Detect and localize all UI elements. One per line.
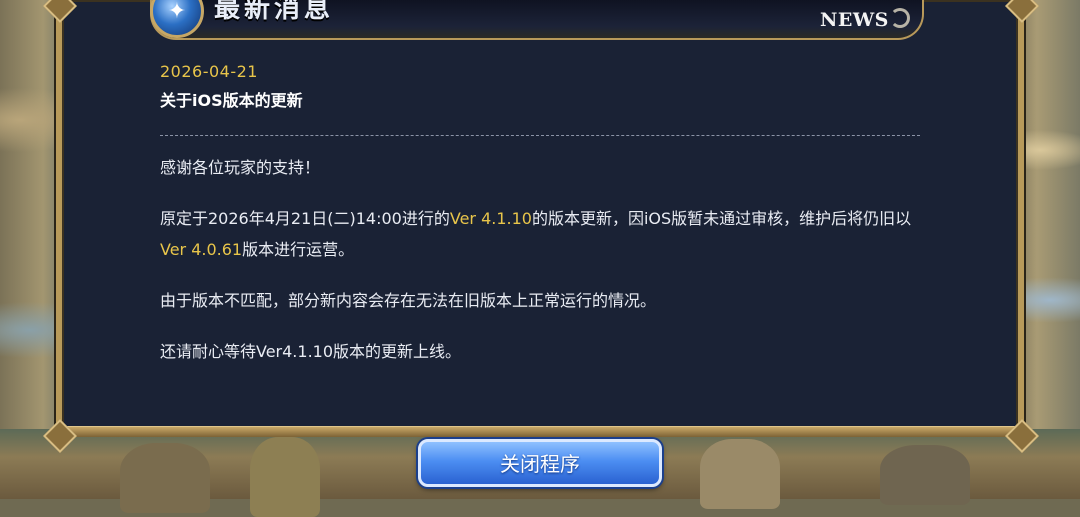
article-paragraph: 还请耐心等待Ver4.1.10版本的更新上线。 (160, 342, 462, 361)
paragraph-text: 的版本更新，因iOS版暂未通过审核，维护后将仍旧以 (531, 209, 912, 228)
paragraph-text: 原定于2026年4月21日(二)14:00进行的 (160, 209, 450, 228)
article-paragraph: 感谢各位玩家的支持！ (160, 158, 321, 177)
close-program-button[interactable]: 关闭程序 (418, 439, 662, 487)
article-paragraph: 由于版本不匹配，部分新内容会存在无法在旧版本上正常运行的情况。 (160, 291, 657, 310)
news-article: 2026-04-21 关于iOS版本的更新 感谢各位玩家的支持！ 原定于2026… (160, 62, 920, 367)
article-date: 2026-04-21 (160, 62, 258, 81)
dashed-divider (160, 135, 920, 136)
article-title: 关于iOS版本的更新 (160, 91, 303, 110)
background-character (880, 445, 970, 505)
paragraph-text: 版本进行运营。 (242, 240, 355, 259)
version-highlight: Ver 4.0.61 (160, 240, 243, 259)
background-character (250, 437, 320, 517)
background-character (120, 443, 210, 513)
news-label: NEWS (820, 9, 889, 31)
version-highlight: Ver 4.1.10 (449, 209, 532, 228)
panel-bottom-frame (56, 426, 1024, 437)
swirl-icon (890, 8, 910, 28)
panel-title: 最新消息 (214, 0, 335, 24)
article-paragraph: 原定于2026年4月21日(二)14:00进行的Ver 4.1.10的版本更新，… (160, 203, 920, 265)
